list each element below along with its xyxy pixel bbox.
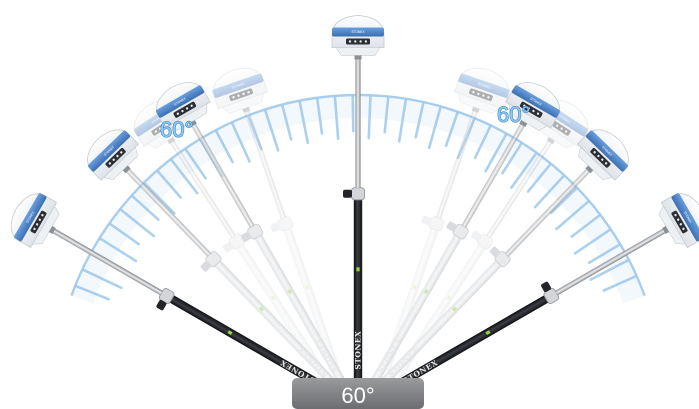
- svg-text:STONEX: STONEX: [351, 30, 365, 34]
- left-tilt-angle-label: 60°: [160, 117, 193, 142]
- pole-far-right-receiver: STONEX: [658, 193, 699, 249]
- pole-vertical: STONEX STONEX: [331, 15, 385, 384]
- right-tilt-angle-label: 60°: [497, 102, 530, 127]
- base-plate: 60°: [292, 378, 424, 409]
- pole-far-left-receiver: STONEX: [10, 193, 60, 249]
- pole-vertical-receiver: STONEX: [331, 15, 385, 60]
- gnss-tilt-illustration: STONEXSTONEX STONEXSTONEX STONEXSTONEXSTON…: [10, 15, 699, 409]
- base-angle-label: 60°: [341, 383, 374, 408]
- svg-text:STONEX: STONEX: [354, 331, 363, 370]
